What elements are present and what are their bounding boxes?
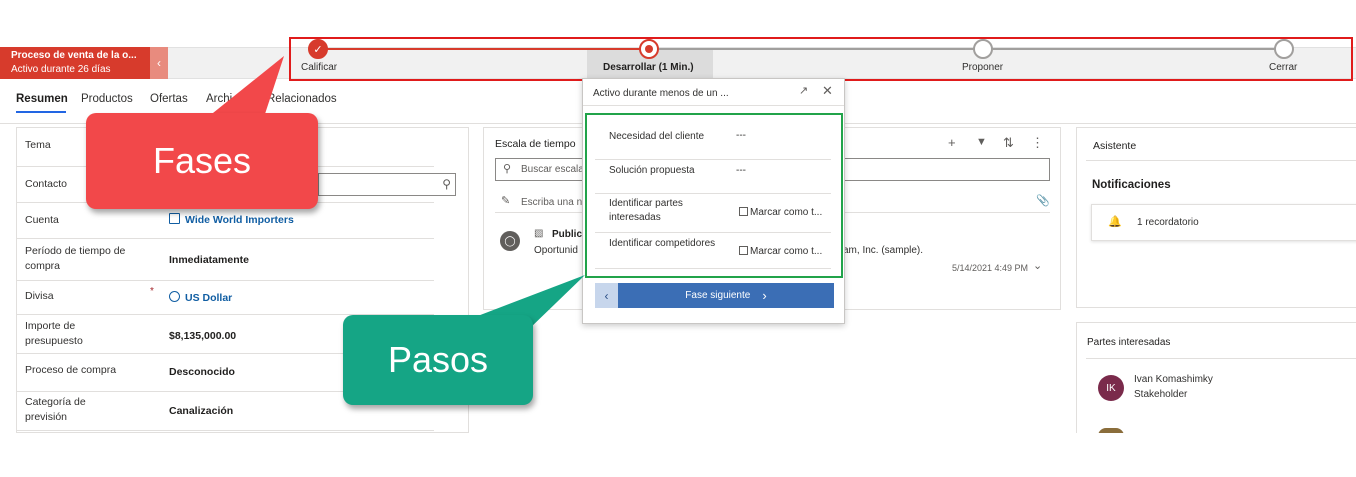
steps-callout: Pasos bbox=[343, 315, 533, 405]
phases-callout: Fases bbox=[86, 113, 318, 209]
callout-pointers bbox=[208, 56, 585, 330]
phases-callout-pointer bbox=[208, 56, 284, 117]
